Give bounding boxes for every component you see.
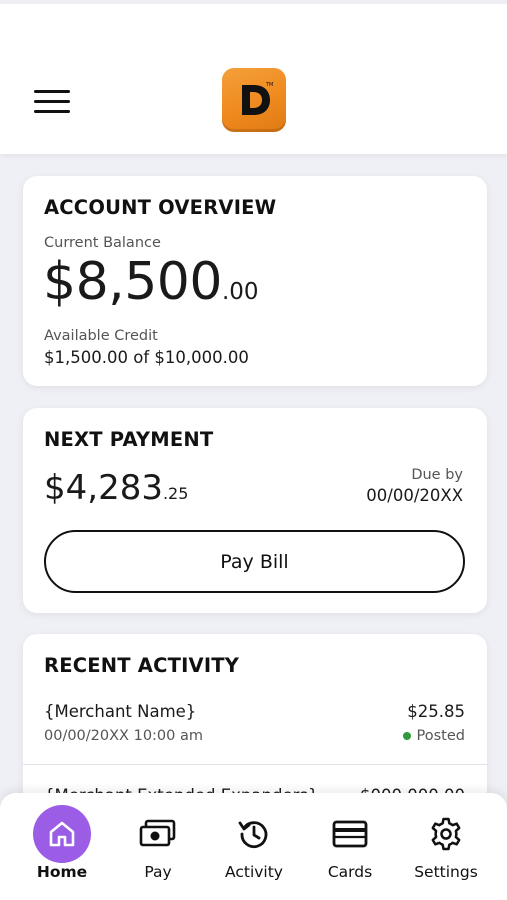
activity-divider <box>23 764 487 765</box>
nav-label-cards: Cards <box>327 863 373 881</box>
nav-item-home[interactable]: Home <box>14 793 110 900</box>
balance-dollars: $8,500 <box>43 252 222 312</box>
card-icon <box>332 820 368 848</box>
transaction-merchant: {Merchant Name} <box>44 702 197 721</box>
app-logo[interactable]: TM <box>222 68 286 132</box>
transaction-date: 00/00/20XX 10:00 am <box>44 728 204 744</box>
app-screen: TM ACCOUNT OVERVIEW Current Balance $8,5… <box>0 0 507 900</box>
nav-icon-wrap-cards <box>321 805 379 863</box>
recent-activity-title: RECENT ACTIVITY <box>44 654 240 677</box>
current-balance-amount: $8,500.00 <box>43 254 259 320</box>
nav-item-cards[interactable]: Cards <box>302 793 398 900</box>
nav-icon-wrap-pay <box>129 805 187 863</box>
next-payment-card: NEXT PAYMENT $4,283.25 Due by 00/00/20XX… <box>23 408 487 613</box>
payment-cents: .25 <box>162 484 189 503</box>
transaction-row[interactable]: {Merchant Name} 00/00/20XX 10:00 am $25.… <box>23 702 487 764</box>
due-date: 00/00/20XX <box>366 486 463 505</box>
payment-dollars: $4,283 <box>44 468 163 508</box>
nav-label-settings: Settings <box>414 863 478 881</box>
available-credit-label: Available Credit <box>44 328 158 344</box>
transaction-status-text: Posted <box>416 728 465 744</box>
svg-text:TM: TM <box>265 82 273 88</box>
nav-label-activity: Activity <box>225 863 283 881</box>
nav-icon-wrap-activity <box>225 805 283 863</box>
gear-icon <box>431 817 461 851</box>
nav-label-pay: Pay <box>144 863 172 881</box>
transaction-amount: $25.85 <box>407 702 465 721</box>
due-by-label: Due by <box>411 467 463 483</box>
hamburger-menu-icon[interactable] <box>34 90 72 116</box>
money-icon <box>139 819 176 847</box>
logo-d-icon: TM <box>242 82 273 115</box>
balance-cents: .00 <box>221 279 259 305</box>
nav-item-pay[interactable]: Pay <box>110 793 206 900</box>
nav-label-home: Home <box>36 863 88 881</box>
account-overview-title: ACCOUNT OVERVIEW <box>44 196 277 219</box>
bottom-nav: Home Pay Activity Cards Settings <box>0 793 507 900</box>
nav-active-indicator <box>33 805 91 863</box>
nav-item-activity[interactable]: Activity <box>206 793 302 900</box>
account-overview-card: ACCOUNT OVERVIEW Current Balance $8,500.… <box>23 176 487 386</box>
available-credit-value: $1,500.00 of $10,000.00 <box>44 348 249 367</box>
nav-icon-wrap-settings <box>417 805 475 863</box>
home-icon <box>49 821 75 847</box>
history-icon <box>238 821 268 849</box>
nav-item-settings[interactable]: Settings <box>398 793 494 900</box>
next-payment-title: NEXT PAYMENT <box>44 428 214 451</box>
app-header: TM <box>0 0 507 154</box>
transaction-status: Posted <box>402 728 465 744</box>
pay-bill-button[interactable]: Pay Bill <box>44 530 465 593</box>
status-dot-icon <box>402 732 411 740</box>
next-payment-amount: $4,283.25 <box>44 468 188 514</box>
current-balance-label: Current Balance <box>44 235 161 251</box>
